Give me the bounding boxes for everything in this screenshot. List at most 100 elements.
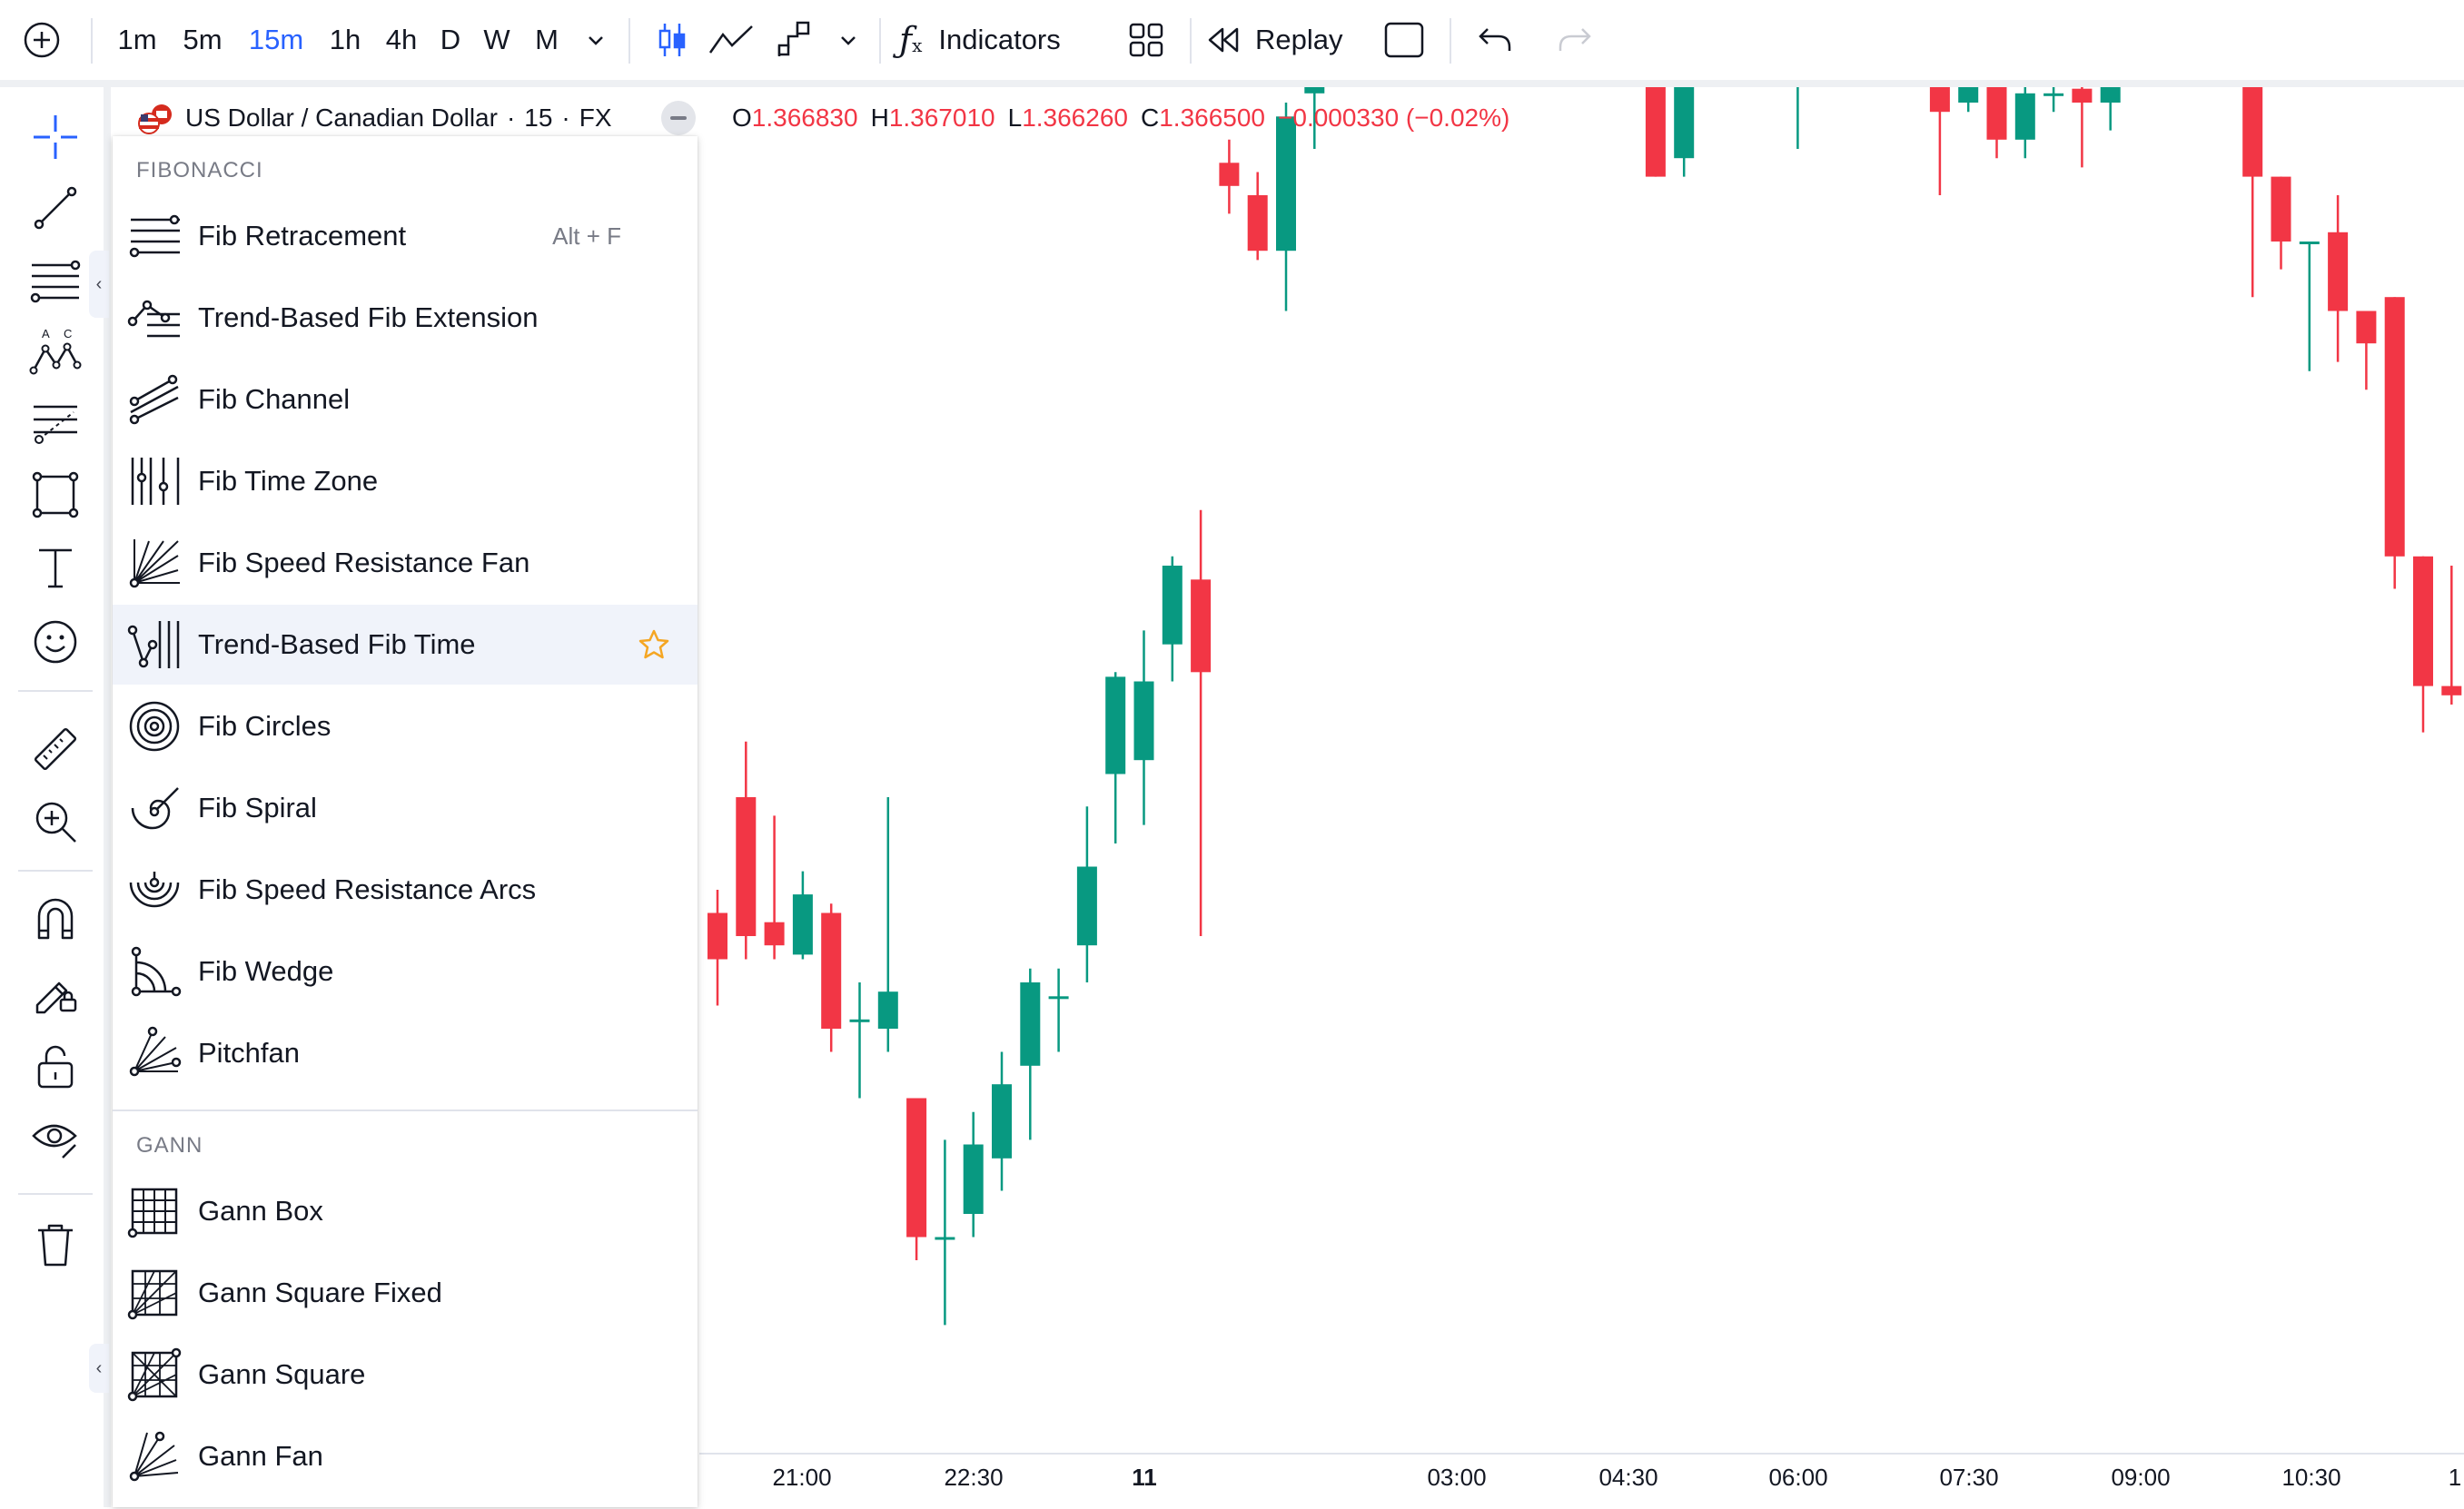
interval-1h[interactable]: 1h (322, 0, 369, 80)
collapse-rail-button[interactable]: ‹ (89, 1344, 109, 1393)
menu-item-gann-square-fixed[interactable]: Gann Square Fixed (113, 1253, 698, 1333)
stay-in-drawing-mode-tool[interactable] (20, 961, 91, 1024)
text-tool[interactable] (20, 536, 91, 599)
menu-item-gann-box[interactable]: Gann Box (113, 1171, 698, 1251)
candle (1191, 509, 1212, 936)
gann-fan-icon (129, 1431, 179, 1482)
interval-w[interactable]: W (476, 0, 518, 80)
magnet-mode-tool[interactable] (20, 886, 91, 950)
x-tick: 07:30 (1939, 1464, 1999, 1491)
add-symbol-button[interactable] (16, 0, 67, 80)
menu-item-fib-wedge[interactable]: Fib Wedge (113, 932, 698, 1011)
rewind-icon (1208, 27, 1239, 53)
x-tick: 09:00 (2111, 1464, 2171, 1491)
hide-drawings-tool[interactable] (20, 1108, 91, 1171)
candle (1133, 630, 1154, 825)
interval-1m[interactable]: 1m (109, 0, 165, 80)
interval-dropdown-button[interactable] (578, 0, 614, 80)
fib-tools-button[interactable] (20, 251, 91, 314)
menu-item-fib-circles[interactable]: Fib Circles (113, 686, 698, 766)
menu-item-pitchfan[interactable]: Pitchfan (113, 1013, 698, 1093)
remove-drawings-tool[interactable] (20, 1213, 91, 1277)
forecasting-tool[interactable] (20, 390, 91, 454)
legend-separator: · (506, 104, 516, 132)
emoji-tool[interactable] (20, 610, 91, 674)
geometric-shapes-tool[interactable] (20, 463, 91, 527)
candle-body (877, 991, 898, 1029)
lock-drawings-tool[interactable] (20, 1035, 91, 1099)
menu-item-gann-square[interactable]: Gann Square (113, 1335, 698, 1415)
close-value: 1.366500 (1159, 104, 1266, 132)
candle (2043, 87, 2064, 113)
indicators-label: Indicators (938, 24, 1061, 55)
candle-body (1020, 982, 1041, 1066)
minus-icon (669, 116, 687, 120)
interval-4h[interactable]: 4h (378, 0, 425, 80)
candle-body (2242, 87, 2263, 177)
candle-body (1645, 87, 1666, 177)
replay-button[interactable]: Replay (1206, 0, 1351, 80)
candle-body (2043, 93, 2064, 96)
measure-tool[interactable] (20, 717, 91, 781)
indicators-button[interactable]: ƒx Indicators (899, 0, 1090, 80)
candle (1929, 87, 1950, 195)
menu-item-gann-fan[interactable]: Gann Fan (113, 1416, 698, 1496)
fibonacci-section-title: FIBONACCI (136, 158, 263, 182)
menu-item-fib-retracement[interactable]: Fib Retracement Alt + F (113, 196, 698, 276)
candle-body (963, 1144, 984, 1214)
candles-chart-type-button[interactable] (645, 0, 699, 80)
redo-button[interactable] (1548, 0, 1602, 80)
expand-tool-group-button[interactable]: ‹ (89, 251, 109, 318)
chart-type-dropdown-button[interactable] (830, 0, 866, 80)
menu-item-fib-speed-fan[interactable]: Fib Speed Resistance Fan (113, 523, 698, 603)
candle (1219, 139, 1240, 214)
interval-5m[interactable]: 5m (174, 0, 231, 80)
interval-15m[interactable]: 15m (240, 0, 312, 80)
candle (2328, 195, 2349, 362)
candle (1020, 968, 1041, 1140)
fib-time-zone-icon (131, 458, 180, 505)
symbol-legend[interactable]: US Dollar / Canadian Dollar · 15 · FX (136, 100, 696, 136)
low-key: L (1007, 104, 1023, 132)
menu-item-trend-fib-time[interactable]: Trend-Based Fib Time (113, 605, 698, 685)
time-axis[interactable]: 21:00 22:30 11 03:00 04:30 06:00 07:30 0… (699, 1453, 2464, 1509)
layouts-button[interactable] (1119, 0, 1173, 80)
candle-body (1929, 87, 1950, 113)
menu-item-label: Gann Box (198, 1195, 323, 1227)
favorite-star-icon[interactable] (638, 628, 670, 661)
line-chart-type-button[interactable] (705, 0, 759, 80)
drawing-tools-rail: ‹ AC ‹ (0, 87, 111, 1507)
fib-speed-fan-icon (129, 539, 180, 588)
menu-item-label: Fib Wedge (198, 955, 334, 987)
toolbar-divider (1450, 18, 1451, 64)
svg-text:C: C (64, 327, 72, 340)
candle-body (2384, 297, 2405, 557)
change-value: −0.000330 (−0.02%) (1278, 104, 1510, 132)
trend-line-tool[interactable] (20, 176, 91, 240)
zoom-in-tool[interactable] (20, 790, 91, 853)
fullscreen-button[interactable] (1375, 0, 1433, 80)
undo-button[interactable] (1468, 0, 1522, 80)
step-chart-icon (777, 21, 810, 56)
menu-item-fib-arcs[interactable]: Fib Speed Resistance Arcs (113, 850, 698, 930)
pencil-lock-icon (35, 981, 77, 1014)
candle (1645, 87, 1666, 177)
crosshair-tool[interactable] (20, 105, 91, 169)
collapse-legend-button[interactable] (660, 101, 696, 135)
menu-item-fib-time-zone[interactable]: Fib Time Zone (113, 441, 698, 521)
candle-body (1958, 87, 1979, 103)
menu-item-trend-fib-extension[interactable]: Trend-Based Fib Extension (113, 278, 698, 358)
rail-divider (18, 870, 93, 872)
menu-item-fib-channel[interactable]: Fib Channel (113, 360, 698, 439)
candle (821, 903, 842, 1052)
candle (1105, 672, 1126, 843)
interval-m[interactable]: M (527, 0, 567, 80)
patterns-tool[interactable]: AC (20, 320, 91, 383)
menu-item-label: Fib Speed Resistance Arcs (198, 873, 537, 905)
candle (2299, 242, 2320, 371)
menu-item-fib-spiral[interactable]: Fib Spiral (113, 768, 698, 848)
trash-icon (38, 1224, 73, 1267)
interval-d[interactable]: D (434, 0, 467, 80)
step-chart-type-button[interactable] (768, 0, 819, 80)
rectangle-icon (32, 471, 79, 518)
